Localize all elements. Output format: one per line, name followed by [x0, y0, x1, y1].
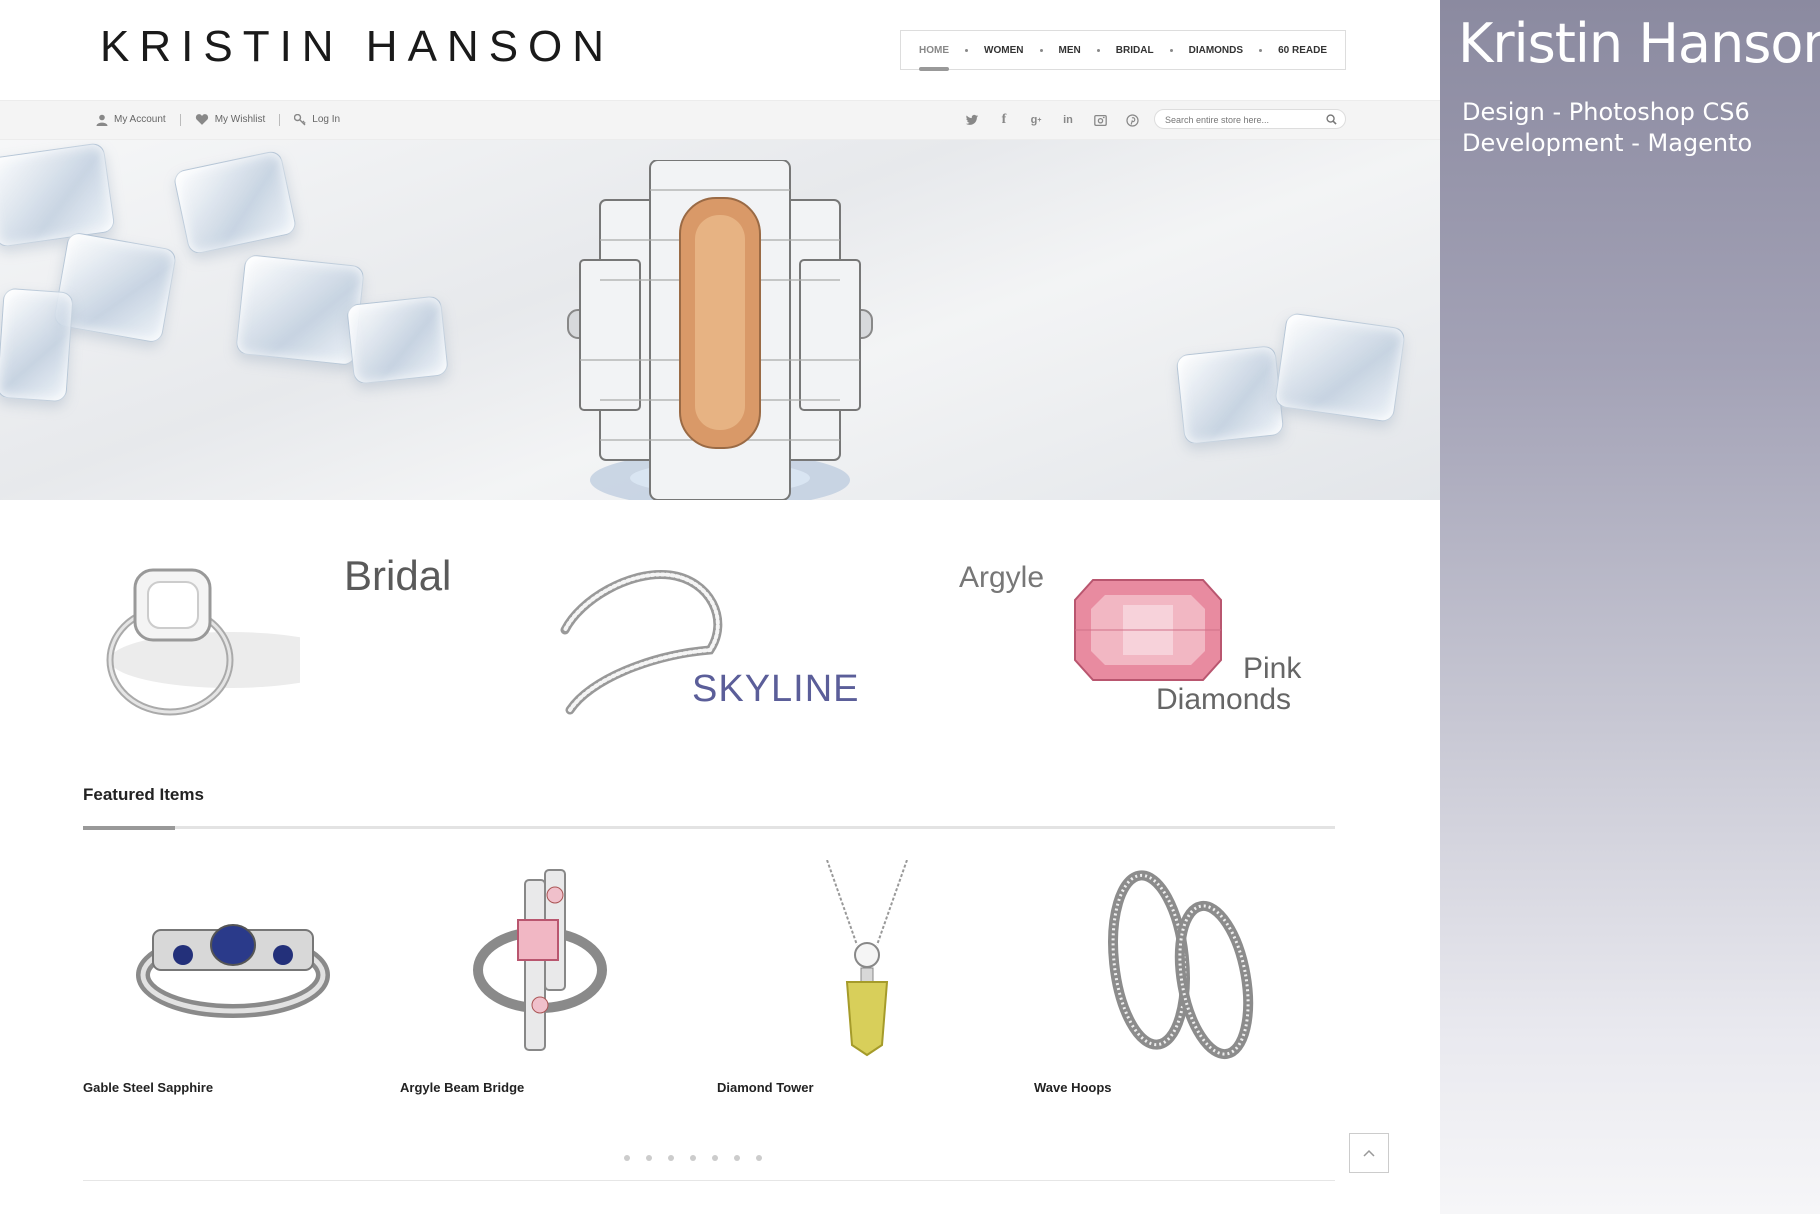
- search-input[interactable]: [1165, 113, 1315, 126]
- category-argyle-pink-diamonds[interactable]: Argyle Pink Diamonds: [955, 555, 1335, 725]
- product-card[interactable]: Wave Hoops: [1034, 860, 1334, 1100]
- search-icon[interactable]: [1326, 114, 1337, 125]
- ice-cube-image: [1175, 345, 1285, 445]
- nav-item-diamonds[interactable]: DIAMONDS: [1189, 45, 1243, 56]
- product-card[interactable]: Diamond Tower: [717, 860, 1017, 1100]
- product-name[interactable]: Argyle Beam Bridge: [400, 1080, 524, 1095]
- argyle-label: Argyle: [959, 561, 1045, 594]
- log-in-link[interactable]: Log In: [294, 113, 341, 126]
- ice-cube-image: [0, 287, 74, 403]
- nav-item-men[interactable]: MEN: [1059, 45, 1081, 56]
- category-bridal[interactable]: Bridal: [100, 550, 480, 730]
- nav-separator: [1169, 48, 1173, 52]
- main-nav: HOME WOMEN MEN BRIDAL DIAMONDS 60 READE: [900, 30, 1346, 71]
- pager-dot[interactable]: [646, 1155, 652, 1161]
- my-account-label: My Account: [114, 114, 166, 125]
- pink-diamond-image: [1074, 579, 1222, 681]
- design-credit: Design - Photoshop CS6: [1462, 98, 1750, 126]
- pager-dot[interactable]: [624, 1155, 630, 1161]
- skyline-label: SKYLINE: [692, 668, 860, 710]
- project-info-panel: Kristin Hanson Design - Photoshop CS6 De…: [1440, 0, 1820, 1214]
- ice-cube-image: [0, 142, 116, 248]
- nav-separator: [1096, 48, 1100, 52]
- argyle-beam-bridge-image: [473, 869, 607, 1051]
- top-toolbar: My Account My Wishlist Log In f g + in: [0, 100, 1440, 140]
- pager-dot[interactable]: [712, 1155, 718, 1161]
- product-name[interactable]: Diamond Tower: [717, 1080, 814, 1095]
- pager-dot[interactable]: [734, 1155, 740, 1161]
- featured-ring-image: [567, 160, 873, 500]
- gable-steel-sapphire-image: [136, 924, 330, 1018]
- my-wishlist-label: My Wishlist: [214, 114, 266, 125]
- pager-dot[interactable]: [668, 1155, 674, 1161]
- nav-separator: [1039, 48, 1043, 52]
- heart-icon: [195, 114, 208, 125]
- instagram-icon[interactable]: [1092, 112, 1108, 128]
- nav-item-60-reade[interactable]: 60 READE: [1278, 45, 1327, 56]
- divider: [83, 826, 1335, 829]
- log-in-label: Log In: [312, 114, 341, 125]
- diamonds-label: Diamonds: [1156, 683, 1292, 716]
- nav-separator: [965, 48, 969, 52]
- category-skyline[interactable]: SKYLINE: [560, 560, 860, 720]
- carousel-pager: [624, 1155, 762, 1161]
- featured-items-heading: Featured Items: [83, 785, 204, 804]
- social-links: f g + in: [964, 112, 1140, 128]
- product-name[interactable]: Wave Hoops: [1034, 1080, 1112, 1095]
- development-credit: Development - Magento: [1462, 129, 1753, 157]
- product-name[interactable]: Gable Steel Sapphire: [83, 1080, 213, 1095]
- my-wishlist-link[interactable]: My Wishlist: [195, 113, 266, 126]
- diamond-tower-image: [826, 860, 908, 1057]
- header: KRISTIN HANSON HOME WOMEN MEN BRIDAL DIA…: [0, 0, 1440, 100]
- divider: [179, 113, 181, 126]
- facebook-icon[interactable]: f: [996, 112, 1012, 128]
- wave-hoops-image: [1108, 870, 1254, 1060]
- twitter-icon[interactable]: [964, 112, 980, 128]
- product-card[interactable]: Gable Steel Sapphire: [83, 860, 383, 1100]
- nav-item-bridal[interactable]: BRIDAL: [1116, 45, 1154, 56]
- pager-dot[interactable]: [756, 1155, 762, 1161]
- pink-label: Pink: [1243, 652, 1302, 685]
- back-to-top-button[interactable]: [1349, 1133, 1389, 1173]
- nav-item-women[interactable]: WOMEN: [984, 45, 1023, 56]
- heading-accent-bar: [83, 826, 175, 830]
- ice-cube-image: [235, 254, 365, 366]
- site-page: KRISTIN HANSON HOME WOMEN MEN BRIDAL DIA…: [0, 0, 1440, 1214]
- pinterest-icon[interactable]: [1124, 112, 1140, 128]
- pager-dot[interactable]: [690, 1155, 696, 1161]
- bridal-ring-image: [106, 568, 300, 716]
- linkedin-icon[interactable]: in: [1060, 112, 1076, 128]
- key-icon: [294, 113, 306, 125]
- ice-cube-image: [172, 149, 298, 256]
- site-logo[interactable]: KRISTIN HANSON: [100, 22, 614, 72]
- search-box: [1154, 109, 1346, 129]
- divider: [83, 1180, 1335, 1181]
- hero-banner[interactable]: [0, 140, 1440, 500]
- product-card[interactable]: Argyle Beam Bridge: [400, 860, 700, 1100]
- nav-item-home[interactable]: HOME: [919, 45, 949, 71]
- bridal-label: Bridal: [344, 552, 452, 599]
- ice-cube-image: [1273, 312, 1407, 423]
- ice-cube-image: [346, 295, 449, 385]
- user-icon: [96, 114, 108, 126]
- divider: [279, 113, 281, 126]
- my-account-link[interactable]: My Account: [96, 114, 166, 126]
- nav-separator: [1259, 48, 1263, 52]
- account-links: My Account My Wishlist Log In: [96, 113, 340, 126]
- chevron-up-icon: [1363, 1149, 1375, 1157]
- project-title: Kristin Hanson: [1458, 12, 1820, 75]
- google-plus-icon[interactable]: g +: [1028, 112, 1044, 128]
